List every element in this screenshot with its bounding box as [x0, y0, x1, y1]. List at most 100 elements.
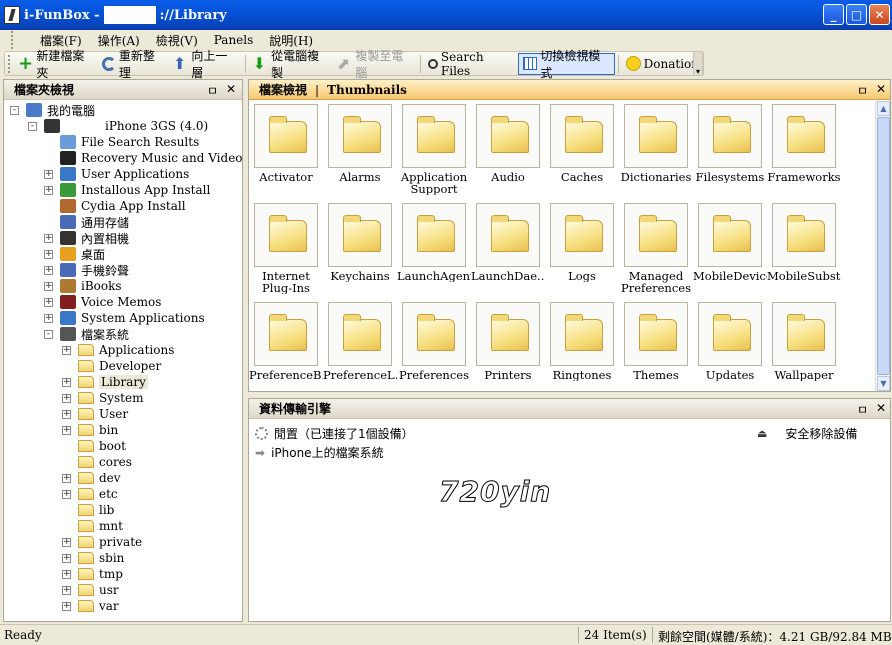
tree-item[interactable]: sbin — [78, 550, 124, 566]
folder-thumbnail[interactable]: MobileSubst... — [767, 200, 841, 298]
folder-thumbnail[interactable]: MobileDevice — [693, 200, 767, 298]
tree-item[interactable]: 內置相機 — [60, 230, 129, 246]
toolbar-grip[interactable] — [8, 54, 11, 73]
tree-expander-icon[interactable]: + — [44, 298, 53, 307]
close-icon[interactable]: ✕ — [876, 82, 886, 96]
tree-item[interactable]: System Applications — [60, 310, 205, 326]
copy-from-pc-button[interactable]: ⬇ 從電腦複製 — [249, 49, 333, 80]
tree-item[interactable]: 桌面 — [60, 246, 105, 262]
safe-remove-button[interactable]: ⏏ 安全移除設備 — [757, 425, 857, 442]
tree-expander-icon[interactable]: + — [44, 266, 53, 275]
folder-thumbnail[interactable]: Activator — [249, 101, 323, 199]
search-files-button[interactable]: Search Files — [424, 50, 518, 78]
tree-expander-icon[interactable]: + — [62, 426, 71, 435]
folder-tree[interactable]: - 我的電腦 - iPhone 3GS (4.0) File Search Result… — [4, 100, 242, 621]
folder-thumbnail[interactable]: PreferenceL... — [323, 299, 397, 397]
folder-thumbnail[interactable]: Ringtones — [545, 299, 619, 397]
pin-icon[interactable]: ㅁ — [207, 82, 218, 99]
folder-thumbnail[interactable]: Wallpaper — [767, 299, 841, 397]
tree-item[interactable]: System — [78, 390, 143, 406]
tree-expander-icon[interactable]: + — [62, 570, 71, 579]
folder-thumbnail[interactable]: Internet Plug-Ins — [249, 200, 323, 298]
tree-item[interactable]: var — [78, 598, 119, 614]
tree-expander-icon[interactable]: - — [10, 106, 19, 115]
folder-thumbnail[interactable]: Themes — [619, 299, 693, 397]
copy-to-pc-button[interactable]: ⬈ 複製至電腦 — [333, 49, 417, 80]
tree-item[interactable]: etc — [78, 486, 118, 502]
tree-item[interactable]: private — [78, 534, 142, 550]
tree-expander-icon[interactable]: + — [62, 490, 71, 499]
tree-item[interactable]: 我的電腦 — [26, 102, 95, 118]
menu-panels[interactable]: Panels — [206, 33, 262, 47]
transfer-list-item[interactable]: ➡ iPhone上的檔案系統 — [255, 444, 384, 461]
tree-expander-icon[interactable]: - — [44, 330, 53, 339]
tree-expander-icon[interactable]: + — [62, 602, 71, 611]
folder-thumbnail[interactable]: Frameworks — [767, 101, 841, 199]
menu-grip[interactable] — [11, 31, 29, 49]
tree-item[interactable]: tmp — [78, 566, 123, 582]
tree-expander-icon[interactable]: + — [62, 346, 71, 355]
tree-item[interactable]: 通用存儲 — [60, 214, 129, 230]
switch-view-button[interactable]: 切換檢視模式 — [517, 49, 615, 80]
folder-thumbnail[interactable]: PreferenceB... — [249, 299, 323, 397]
folder-thumbnail[interactable]: Caches — [545, 101, 619, 199]
folder-thumbnail[interactable]: Updates — [693, 299, 767, 397]
folder-thumbnail[interactable]: Printers — [471, 299, 545, 397]
tree-item[interactable]: Recovery Music and Video — [60, 150, 242, 166]
tree-expander-icon[interactable]: + — [44, 250, 53, 259]
tree-item[interactable]: Cydia App Install — [60, 198, 186, 214]
folder-thumbnail[interactable]: LaunchAgents — [397, 200, 471, 298]
tree-expander-icon[interactable]: + — [62, 586, 71, 595]
folder-thumbnail[interactable]: Preferences — [397, 299, 471, 397]
tree-item[interactable]: Developer — [78, 358, 161, 374]
tree-expander-icon[interactable]: + — [44, 282, 53, 291]
tree-expander-icon[interactable]: + — [62, 474, 71, 483]
donation-button[interactable]: Donation — [622, 53, 703, 75]
scroll-thumb[interactable] — [877, 117, 890, 375]
tree-item[interactable]: 手機鈴聲 — [60, 262, 129, 278]
vertical-scrollbar[interactable]: ▲ ▼ — [875, 101, 890, 391]
folder-thumbnail[interactable]: Audio — [471, 101, 545, 199]
tree-item[interactable]: dev — [78, 470, 121, 486]
folder-thumbnail[interactable]: Keychains — [323, 200, 397, 298]
tree-item[interactable]: File Search Results — [60, 134, 199, 150]
tree-expander-icon[interactable]: + — [44, 170, 53, 179]
close-button[interactable]: ✕ — [869, 4, 890, 25]
folder-thumbnail[interactable]: Application Support — [397, 101, 471, 199]
folder-thumbnail[interactable]: Filesystems — [693, 101, 767, 199]
tree-expander-icon[interactable]: + — [62, 554, 71, 563]
up-button[interactable]: ⬆ 向上一層 — [169, 49, 242, 80]
tree-item[interactable]: Installous App Install — [60, 182, 210, 198]
close-icon[interactable]: ✕ — [226, 82, 236, 96]
tree-expander-icon[interactable]: + — [44, 186, 53, 195]
tree-item[interactable]: bin — [78, 422, 118, 438]
tree-item[interactable]: User Applications — [60, 166, 189, 182]
tree-item[interactable]: User — [78, 406, 128, 422]
close-icon[interactable]: ✕ — [876, 401, 886, 415]
tree-expander-icon[interactable]: + — [62, 538, 71, 547]
folder-thumbnail[interactable]: Logs — [545, 200, 619, 298]
tree-expander-icon[interactable]: + — [44, 234, 53, 243]
tree-expander-icon[interactable]: + — [62, 378, 71, 387]
folder-thumbnail[interactable]: Dictionaries — [619, 101, 693, 199]
scroll-down-icon[interactable]: ▼ — [877, 376, 890, 391]
tree-expander-icon[interactable]: + — [62, 394, 71, 403]
folder-thumbnail[interactable]: LaunchDae... — [471, 200, 545, 298]
tree-item[interactable]: iPhone 3GS (4.0) — [44, 118, 208, 134]
tree-item[interactable]: cores — [78, 454, 132, 470]
tree-item[interactable]: 檔案系統 — [60, 326, 129, 342]
folder-thumbnail[interactable]: Alarms — [323, 101, 397, 199]
tree-item[interactable]: Applications — [78, 342, 174, 358]
tree-item[interactable]: usr — [78, 582, 119, 598]
scroll-up-icon[interactable]: ▲ — [877, 101, 890, 116]
tree-item[interactable]: Voice Memos — [60, 294, 161, 310]
tree-item[interactable]: mnt — [78, 518, 123, 534]
folder-thumbnail[interactable]: Managed Preferences — [619, 200, 693, 298]
pin-icon[interactable]: ㅁ — [857, 401, 868, 418]
pin-icon[interactable]: ㅁ — [857, 82, 868, 99]
tree-item[interactable]: iBooks — [60, 278, 122, 294]
tree-item[interactable]: lib — [78, 502, 114, 518]
tree-item[interactable]: Library — [78, 374, 148, 390]
tree-expander-icon[interactable]: + — [62, 410, 71, 419]
tree-expander-icon[interactable]: + — [44, 314, 53, 323]
